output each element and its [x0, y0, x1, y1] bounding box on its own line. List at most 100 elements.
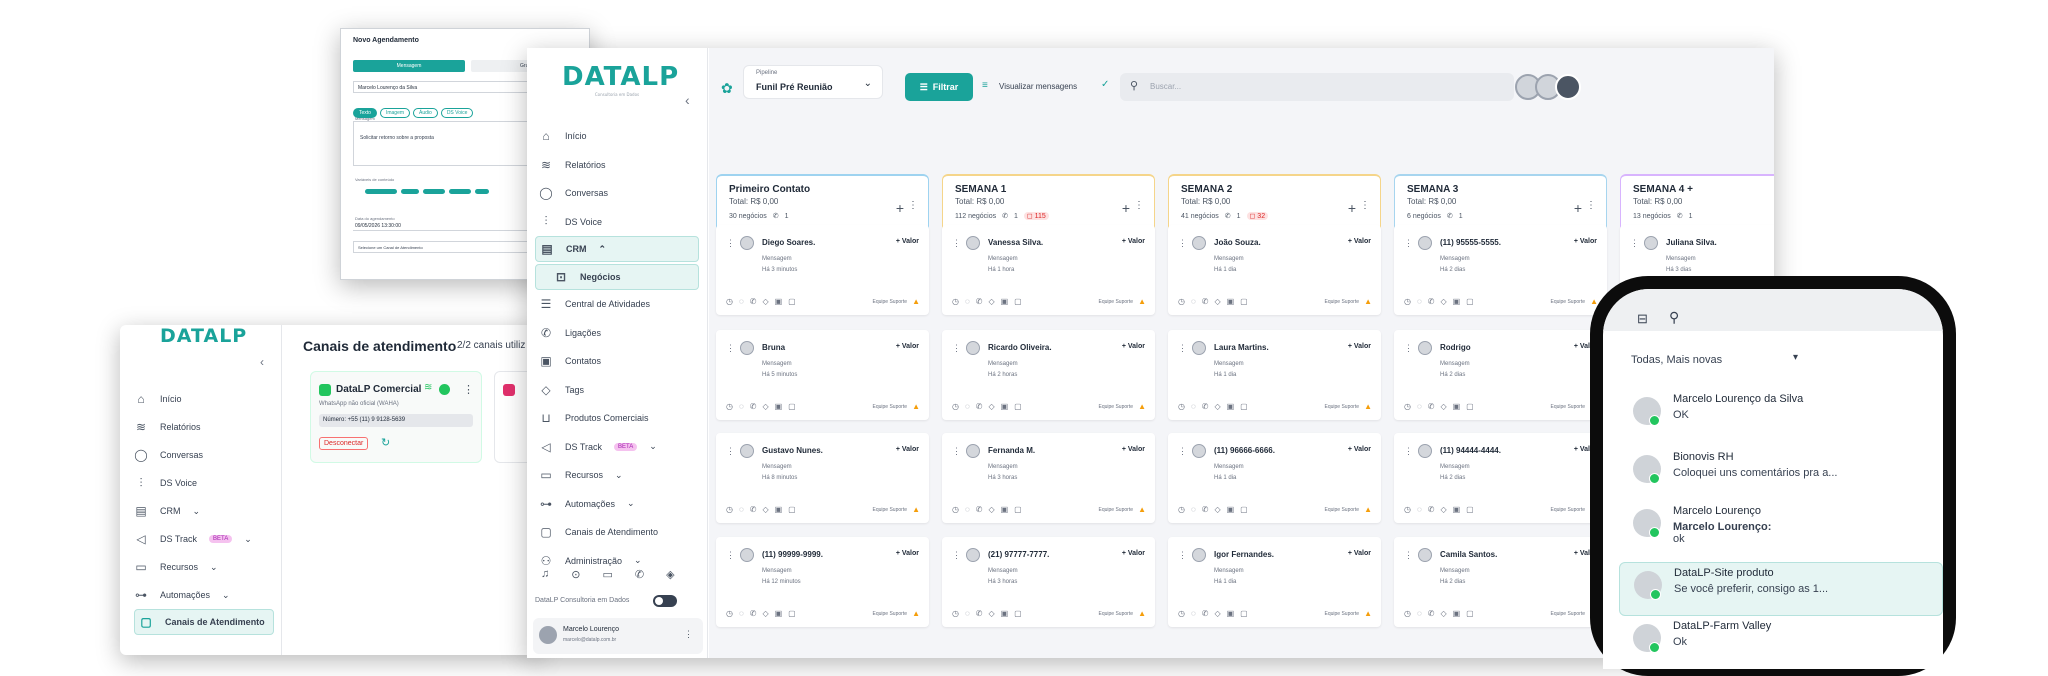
deal-action-icons[interactable]: ◷◌✆◇▣▢	[726, 402, 802, 411]
add-deal-icon[interactable]: +	[1574, 200, 1582, 216]
column-menu-icon[interactable]: ⋮	[908, 200, 918, 211]
drag-handle-icon[interactable]: ⋮	[726, 343, 735, 354]
add-value-button[interactable]: + Valor	[1348, 238, 1371, 245]
column-menu-icon[interactable]: ⋮	[1586, 200, 1596, 211]
var-chip[interactable]	[449, 189, 471, 194]
deal-card[interactable]: ⋮ Bruna + Valor Mensagem Há 5 minutos ◷◌✆◇▣▢ E…	[716, 330, 929, 420]
chat-item[interactable]: Bionovis RH Coloquei uns comentários pra …	[1633, 447, 1933, 509]
drag-handle-icon[interactable]: ⋮	[726, 446, 735, 457]
deal-action-icons[interactable]: ◷◌✆◇▣▢	[1404, 297, 1480, 306]
column-menu-icon[interactable]: ⋮	[1360, 200, 1370, 211]
add-value-button[interactable]: + Valor	[1122, 446, 1145, 453]
add-value-button[interactable]: + Valor	[1122, 343, 1145, 350]
deal-action-icons[interactable]: ◷◌✆◇▣▢	[952, 609, 1028, 618]
deal-card[interactable]: ⋮ Vanessa Silva. + Valor Mensagem Há 1 hora ◷…	[942, 225, 1155, 315]
modal-tab-message[interactable]: Mensagem	[353, 60, 465, 72]
deal-card[interactable]: ⋮ Ricardo Oliveira. + Valor Mensagem Há 2 ho…	[942, 330, 1155, 420]
nav-relatorios[interactable]: ≋ Relatórios	[134, 413, 274, 441]
nav-conversas[interactable]: ◯ Conversas	[134, 441, 274, 469]
column-menu-icon[interactable]: ⋮	[1134, 200, 1144, 211]
deal-action-icons[interactable]: ◷◌✆◇▣▢	[726, 609, 802, 618]
search-icon[interactable]: ⚲	[1669, 309, 1679, 326]
deal-action-icons[interactable]: ◷◌✆◇▣▢	[1404, 505, 1480, 514]
add-deal-icon[interactable]: +	[1348, 200, 1356, 216]
var-chip[interactable]	[423, 189, 445, 194]
drag-handle-icon[interactable]: ⋮	[1630, 238, 1639, 249]
deal-card[interactable]: ⋮ Laura Martins. + Valor Mensagem Há 1 dia ◷◌…	[1168, 330, 1381, 420]
deal-action-icons[interactable]: ◷◌✆◇▣▢	[1404, 402, 1480, 411]
deal-action-icons[interactable]: ◷◌✆◇▣▢	[1404, 609, 1480, 618]
channel-menu-icon[interactable]: ⋮	[463, 383, 474, 396]
add-value-button[interactable]: + Valor	[1348, 343, 1371, 350]
deal-action-icons[interactable]: ◷◌✆◇▣▢	[1178, 505, 1254, 514]
add-value-button[interactable]: + Valor	[896, 343, 919, 350]
add-deal-icon[interactable]: +	[896, 200, 904, 216]
add-value-button[interactable]: + Valor	[1574, 238, 1597, 245]
deal-card[interactable]: ⋮ (21) 97777-7777. + Valor Mensagem Há 3 hor…	[942, 537, 1155, 627]
phone-filter[interactable]: Todas, Mais novas	[1631, 354, 1722, 366]
deal-card[interactable]: ⋮ Camila Santos. + Valor Mensagem Há 2 dias ◷…	[1394, 537, 1607, 627]
nav-automacoes[interactable]: ⊶ Automações ⌄	[134, 581, 274, 609]
drag-handle-icon[interactable]: ⋮	[1178, 550, 1187, 561]
chat-item[interactable]: Marcelo Lourenço da Silva OK	[1633, 389, 1933, 451]
deal-action-icons[interactable]: ◷◌✆◇▣▢	[726, 505, 802, 514]
add-value-button[interactable]: + Valor	[1348, 446, 1371, 453]
disconnect-button[interactable]: Desconectar	[319, 437, 369, 450]
nav-canais[interactable]: ▢ Canais de Atendimento	[134, 609, 274, 635]
nav-crm[interactable]: ▤ CRM ⌄	[134, 497, 274, 525]
type-dsvoice-chip[interactable]: DS Voice	[440, 108, 474, 118]
sidebar-toggle-icon[interactable]: ⊟	[1637, 311, 1648, 327]
chat-item[interactable]: DataLP-Site produto Se você preferir, con…	[1619, 562, 1943, 616]
deal-action-icons[interactable]: ◷◌✆◇▣▢	[1178, 402, 1254, 411]
var-chip[interactable]	[365, 189, 397, 194]
add-value-button[interactable]: + Valor	[1122, 238, 1145, 245]
drag-handle-icon[interactable]: ⋮	[952, 550, 961, 561]
var-chip[interactable]	[475, 189, 489, 194]
add-value-button[interactable]: + Valor	[896, 550, 919, 557]
deal-card[interactable]: ⋮ (11) 96666-6666. + Valor Mensagem Há 1 dia…	[1168, 433, 1381, 523]
deal-card[interactable]: ⋮ Igor Fernandes. + Valor Mensagem Há 1 dia ◷…	[1168, 537, 1381, 627]
collapse-icon[interactable]: ‹	[260, 355, 264, 369]
drag-handle-icon[interactable]: ⋮	[726, 238, 735, 249]
drag-handle-icon[interactable]: ⋮	[1404, 446, 1413, 457]
deal-card[interactable]: ⋮ João Souza. + Valor Mensagem Há 1 dia ◷◌✆◇▣…	[1168, 225, 1381, 315]
deal-action-icons[interactable]: ◷◌✆◇▣▢	[952, 402, 1028, 411]
drag-handle-icon[interactable]: ⋮	[1404, 550, 1413, 561]
chevron-down-icon[interactable]: ▾	[1793, 352, 1798, 363]
refresh-icon[interactable]: ↻	[381, 436, 390, 449]
deal-action-icons[interactable]: ◷◌✆◇▣▢	[726, 297, 802, 306]
deal-action-icons[interactable]: ◷◌✆◇▣▢	[1178, 609, 1254, 618]
chat-item[interactable]: Marcelo Lourenço Marcelo Lourenço: ok	[1633, 501, 1933, 563]
drag-handle-icon[interactable]: ⋮	[1404, 238, 1413, 249]
drag-handle-icon[interactable]: ⋮	[1404, 343, 1413, 354]
add-value-button[interactable]: + Valor	[896, 446, 919, 453]
drag-handle-icon[interactable]: ⋮	[1178, 343, 1187, 354]
deal-card[interactable]: ⋮ Rodrigo + Valor Mensagem Há 2 dias ◷◌✆◇▣▢ Eq…	[1394, 330, 1607, 420]
add-value-button[interactable]: + Valor	[896, 238, 919, 245]
drag-handle-icon[interactable]: ⋮	[952, 238, 961, 249]
deal-card[interactable]: ⋮ (11) 99999-9999. + Valor Mensagem Há 12 mi…	[716, 537, 929, 627]
type-imagem-chip[interactable]: Imagem	[379, 108, 411, 118]
nav-inicio[interactable]: ⌂ Início	[134, 385, 274, 413]
var-chip[interactable]	[401, 189, 419, 194]
drag-handle-icon[interactable]: ⋮	[1178, 238, 1187, 249]
drag-handle-icon[interactable]: ⋮	[726, 550, 735, 561]
deal-card[interactable]: ⋮ (11) 94444-4444. + Valor Mensagem Há 2 dia…	[1394, 433, 1607, 523]
nav-dsvoice[interactable]: ⫶ DS Voice	[134, 469, 274, 497]
drag-handle-icon[interactable]: ⋮	[952, 343, 961, 354]
nav-recursos[interactable]: ▭ Recursos ⌄	[134, 553, 274, 581]
drag-handle-icon[interactable]: ⋮	[952, 446, 961, 457]
add-deal-icon[interactable]: +	[1122, 200, 1130, 216]
nav-dstrack[interactable]: ◁ DS Track BETA ⌄	[134, 525, 274, 553]
type-audio-chip[interactable]: Áudio	[413, 108, 438, 118]
deal-card[interactable]: ⋮ Diego Soares. + Valor Mensagem Há 3 minuto…	[716, 225, 929, 315]
deal-card[interactable]: ⋮ (11) 95555-5555. + Valor Mensagem Há 2 dia…	[1394, 225, 1607, 315]
drag-handle-icon[interactable]: ⋮	[1178, 446, 1187, 457]
deal-action-icons[interactable]: ◷◌✆◇▣▢	[952, 505, 1028, 514]
add-value-button[interactable]: + Valor	[1122, 550, 1145, 557]
deal-card[interactable]: ⋮ Fernanda M. + Valor Mensagem Há 3 horas ◷◌✆…	[942, 433, 1155, 523]
deal-action-icons[interactable]: ◷◌✆◇▣▢	[1178, 297, 1254, 306]
deal-card[interactable]: ⋮ Gustavo Nunes. + Valor Mensagem Há 8 minut…	[716, 433, 929, 523]
add-value-button[interactable]: + Valor	[1348, 550, 1371, 557]
deal-action-icons[interactable]: ◷◌✆◇▣▢	[952, 297, 1028, 306]
